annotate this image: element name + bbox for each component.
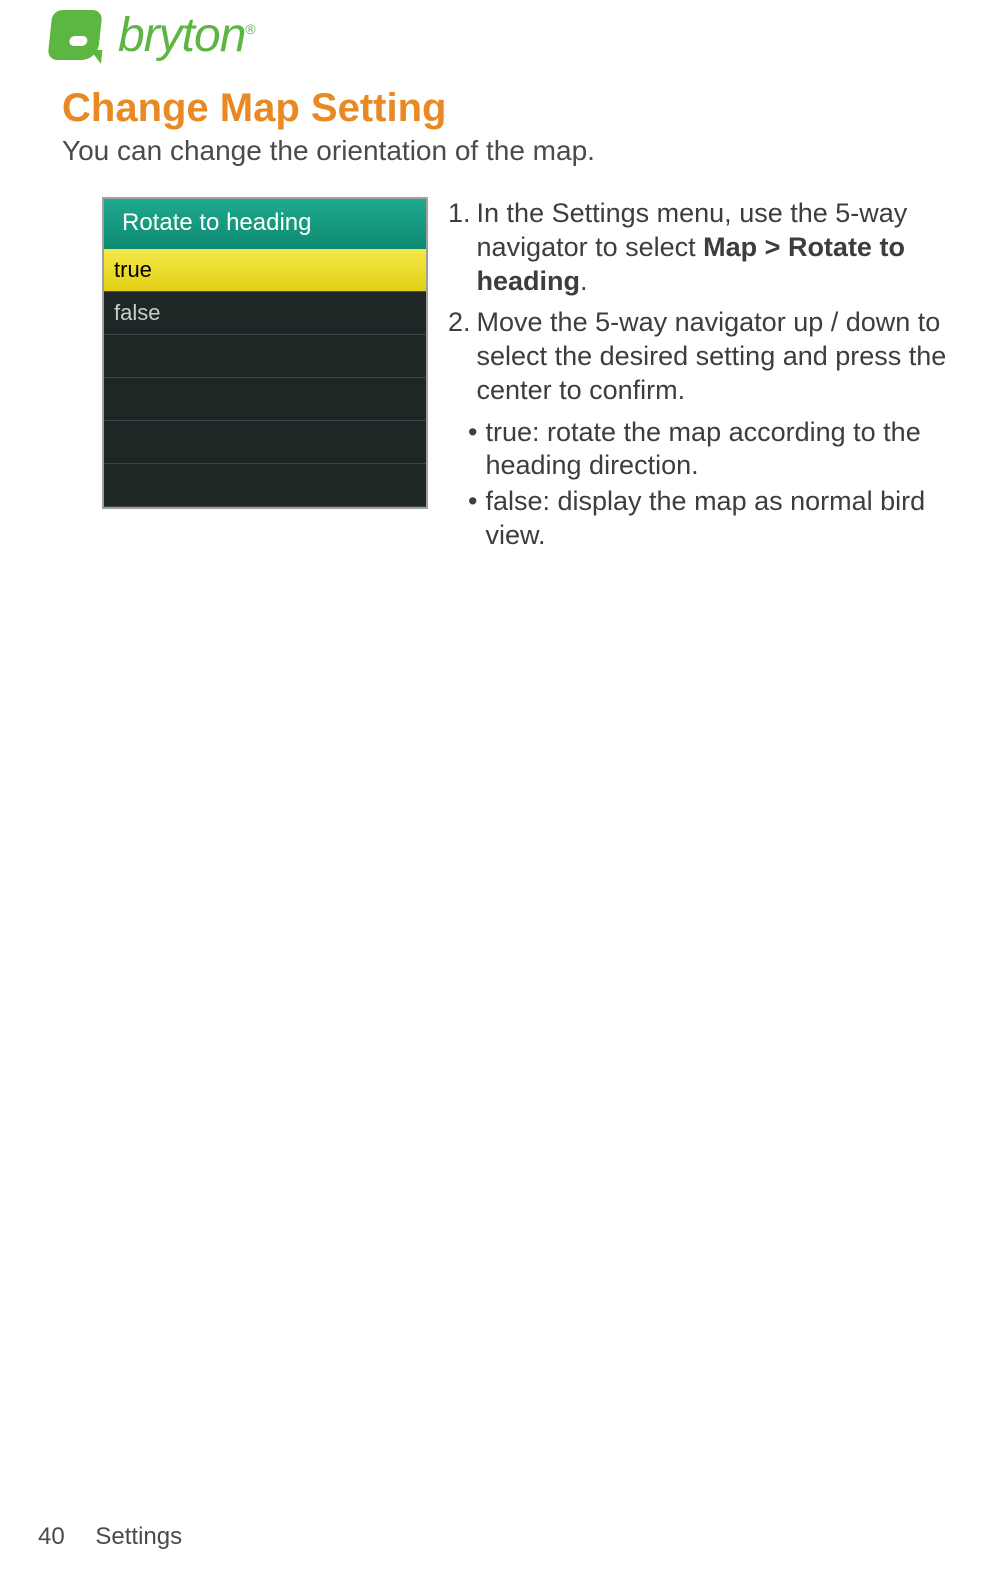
bullet-1: • true: rotate the map according to the … bbox=[468, 416, 990, 484]
step-number: 1. bbox=[448, 197, 477, 298]
footer-section: Settings bbox=[95, 1523, 182, 1550]
step-text: In the Settings menu, use the 5-way navi… bbox=[477, 197, 990, 298]
device-screenshot: Rotate to heading true false bbox=[102, 197, 428, 509]
bullet-2: • false: display the map as normal bird … bbox=[468, 485, 990, 553]
brand-logo-icon bbox=[47, 10, 102, 60]
bullet-dot: • bbox=[468, 416, 485, 484]
list-item-empty bbox=[104, 378, 426, 421]
step-number: 2. bbox=[448, 306, 477, 407]
page-subtitle: You can change the orientation of the ma… bbox=[62, 135, 996, 167]
brand-header: bryton® bbox=[0, 0, 1006, 70]
list-item[interactable]: false bbox=[104, 292, 426, 335]
page-title: Change Map Setting bbox=[62, 86, 996, 131]
page-number: 40 bbox=[38, 1523, 65, 1550]
step-1: 1. In the Settings menu, use the 5-way n… bbox=[448, 197, 990, 298]
brand-name: bryton bbox=[118, 9, 245, 62]
list-item-empty bbox=[104, 464, 426, 507]
step-1-text-c: . bbox=[580, 266, 588, 296]
list-item[interactable]: true bbox=[104, 249, 426, 292]
bullet-text: true: rotate the map according to the he… bbox=[485, 416, 990, 484]
list-item-empty bbox=[104, 421, 426, 464]
list-item-empty bbox=[104, 335, 426, 378]
bullet-dot: • bbox=[468, 485, 485, 553]
two-column-layout: Rotate to heading true false 1. In the S… bbox=[62, 197, 996, 555]
instructions-column: 1. In the Settings menu, use the 5-way n… bbox=[448, 197, 996, 555]
page-footer: 40 Settings bbox=[38, 1523, 182, 1551]
bullet-text: false: display the map as normal bird vi… bbox=[485, 485, 990, 553]
brand-logo-text: bryton® bbox=[118, 8, 255, 63]
device-screen-title: Rotate to heading bbox=[104, 199, 426, 249]
trademark-symbol: ® bbox=[245, 21, 254, 37]
step-text: Move the 5-way navigator up / down to se… bbox=[477, 306, 990, 407]
page-content: Change Map Setting You can change the or… bbox=[0, 70, 1006, 555]
step-2: 2. Move the 5-way navigator up / down to… bbox=[448, 306, 990, 407]
